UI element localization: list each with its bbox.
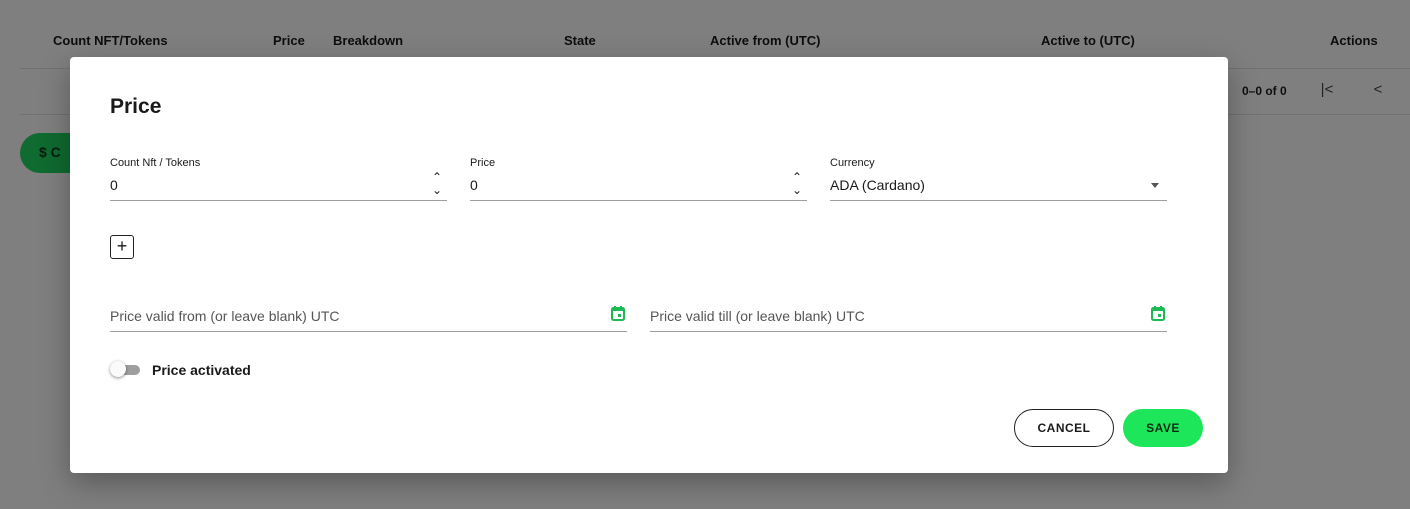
currency-select[interactable]: Currency ADA (Cardano) (830, 157, 1167, 201)
chevron-down-icon[interactable]: ⌄ (791, 184, 803, 197)
price-field[interactable]: Price 0 ⌃ ⌄ (470, 157, 807, 201)
price-valid-till-field[interactable]: Price valid till (or leave blank) UTC (650, 302, 1167, 332)
count-nft-tokens-field[interactable]: Count Nft / Tokens 0 ⌃ ⌄ (110, 157, 447, 201)
price-stepper[interactable]: ⌃ ⌄ (791, 171, 803, 197)
count-nft-tokens-label: Count Nft / Tokens (110, 157, 201, 169)
currency-value[interactable]: ADA (Cardano) (830, 177, 925, 193)
price-input[interactable]: 0 (470, 177, 478, 193)
price-activated-toggle[interactable] (110, 361, 140, 377)
price-valid-till-placeholder: Price valid till (or leave blank) UTC (650, 308, 865, 324)
calendar-icon[interactable] (611, 306, 625, 321)
price-valid-from-field[interactable]: Price valid from (or leave blank) UTC (110, 302, 627, 332)
cancel-button[interactable]: CANCEL (1014, 409, 1114, 447)
currency-label: Currency (830, 157, 875, 169)
dropdown-arrow-icon[interactable] (1151, 183, 1159, 188)
price-valid-from-placeholder: Price valid from (or leave blank) UTC (110, 308, 340, 324)
dialog-title: Price (110, 95, 162, 118)
count-nft-tokens-input[interactable]: 0 (110, 177, 118, 193)
add-price-breakdown-button[interactable]: + (110, 235, 134, 259)
price-dialog: Price Count Nft / Tokens 0 ⌃ ⌄ Price 0 ⌃… (70, 57, 1228, 473)
toggle-knob[interactable] (110, 361, 126, 377)
save-button[interactable]: SAVE (1123, 409, 1203, 447)
chevron-down-icon[interactable]: ⌄ (431, 184, 443, 197)
calendar-icon[interactable] (1151, 306, 1165, 321)
price-activated-label: Price activated (152, 362, 251, 378)
price-label: Price (470, 157, 496, 169)
count-stepper[interactable]: ⌃ ⌄ (431, 171, 443, 197)
